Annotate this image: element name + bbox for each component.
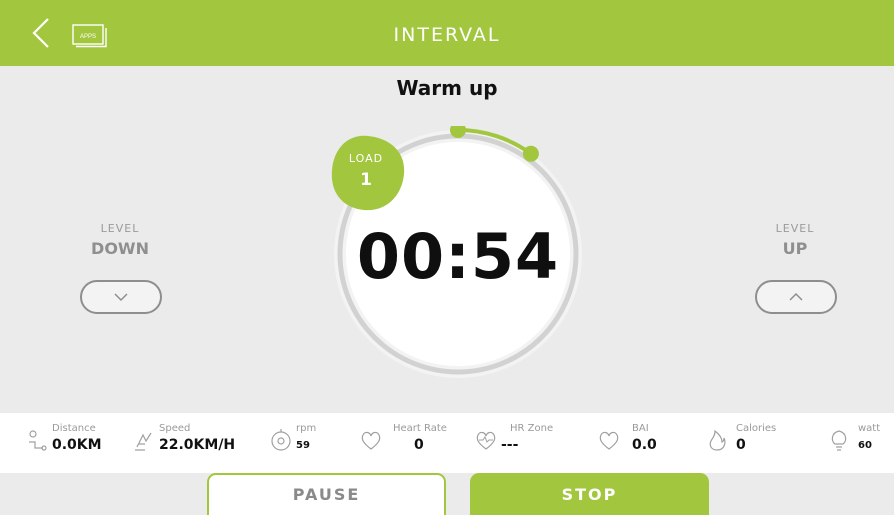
- level-up-small-label: LEVEL: [775, 222, 815, 235]
- stop-button-label: STOP: [561, 485, 618, 504]
- stat-label: BAI: [632, 423, 649, 434]
- rpm-icon: [271, 429, 291, 451]
- stat-label: HR Zone: [510, 423, 554, 434]
- progress-end-dot: [522, 145, 539, 162]
- level-up-button[interactable]: [755, 280, 837, 314]
- page-title: INTERVAL: [393, 24, 501, 46]
- bulb-icon: [831, 430, 847, 451]
- flame-icon: [709, 429, 726, 451]
- stat-label: Heart Rate: [393, 423, 447, 434]
- stat-value: 59: [296, 440, 310, 451]
- header-bar: APPS INTERVAL: [0, 0, 894, 66]
- bai-icon: [599, 431, 619, 450]
- chevron-down-icon: [114, 293, 128, 302]
- timer-display: 00:54: [356, 220, 560, 293]
- stat-value: 0: [736, 437, 746, 453]
- level-down-label: DOWN: [91, 239, 149, 258]
- level-down-button[interactable]: [80, 280, 162, 314]
- stat-label: watt: [858, 423, 881, 434]
- load-value: 1: [360, 170, 372, 190]
- level-down-group: LEVEL DOWN: [60, 222, 180, 258]
- stat-label: rpm: [296, 423, 317, 434]
- load-label: LOAD: [348, 152, 384, 165]
- stat-value: 22.0KM/H: [159, 437, 236, 453]
- distance-icon: [29, 430, 47, 451]
- heart-icon: [361, 431, 381, 450]
- stop-button[interactable]: STOP: [470, 473, 709, 515]
- stats-bar: Distance 0.0KM Speed 22.0KM/H rpm 59 Hea…: [0, 413, 894, 473]
- stat-value: 0: [414, 437, 424, 453]
- hr-zone-icon: [476, 431, 496, 450]
- chevron-up-icon: [789, 292, 803, 301]
- pause-button-label: PAUSE: [292, 485, 361, 504]
- stat-label: Speed: [159, 423, 191, 434]
- speed-icon: [135, 432, 152, 451]
- stat-label: Distance: [52, 423, 96, 434]
- stat-value: 0.0KM: [52, 437, 102, 453]
- phase-title: Warm up: [396, 76, 498, 100]
- level-down-small-label: LEVEL: [100, 222, 140, 235]
- level-up-label: UP: [782, 239, 808, 258]
- stat-value: 0.0: [632, 437, 657, 453]
- stat-label: Calories: [736, 423, 777, 434]
- level-up-group: LEVEL UP: [735, 222, 855, 258]
- pause-button[interactable]: PAUSE: [207, 473, 446, 515]
- stat-value: ---: [501, 437, 519, 453]
- stat-value: 60: [858, 440, 872, 451]
